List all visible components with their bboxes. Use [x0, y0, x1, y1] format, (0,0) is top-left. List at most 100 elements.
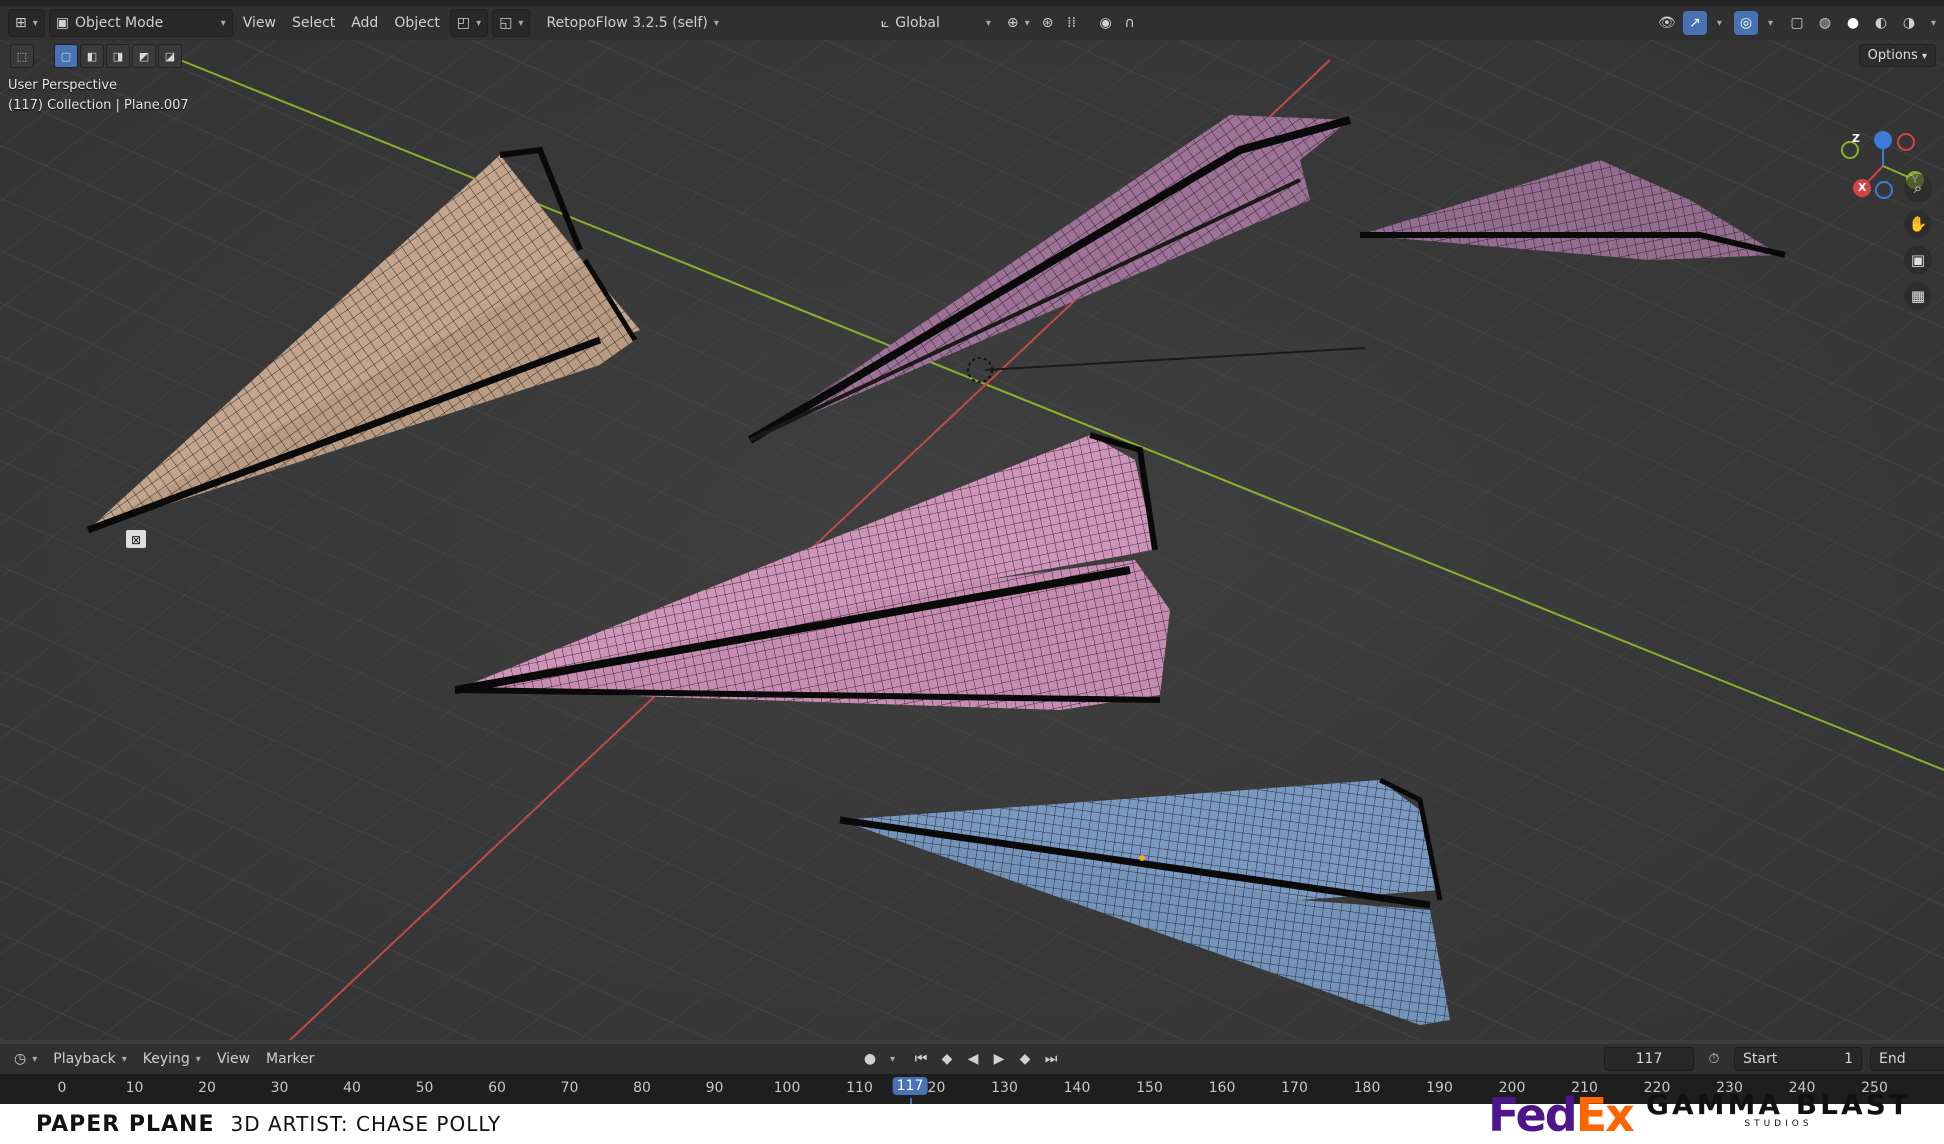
camera-icon[interactable]: ▣ — [1904, 246, 1932, 274]
start-frame-field[interactable]: Start 1 — [1734, 1047, 1862, 1071]
chevron-down-icon: ▾ — [1024, 17, 1030, 29]
visibility-icon[interactable]: 👁 — [1655, 11, 1679, 35]
ruler-tick: 140 — [1063, 1080, 1091, 1096]
auto-keying-icon[interactable]: ● — [858, 1047, 882, 1071]
orientation-dropdown[interactable]: ⟀ Global ▾ — [875, 10, 997, 36]
menu-marker[interactable]: Marker — [260, 1046, 320, 1072]
chevron-down-icon[interactable]: ▾ — [1717, 18, 1722, 29]
ruler-tick: 100 — [773, 1080, 801, 1096]
ruler-tick: 150 — [1136, 1080, 1163, 1096]
timeline-header: ◷ ▾ Playback ▾ Keying ▾ View Marker ● ▾ ⏮ ◆… — [0, 1044, 1944, 1074]
wireframe-shading-icon[interactable]: ◍ — [1813, 11, 1837, 35]
select-subtract-icon[interactable]: ◨ — [106, 44, 130, 68]
end-frame-field[interactable]: End 250 — [1870, 1047, 1944, 1071]
chevron-down-icon: ▾ — [195, 1053, 201, 1065]
ruler-tick: 70 — [560, 1080, 579, 1096]
chevron-down-icon: ▾ — [32, 1053, 38, 1065]
tool-settings-row: ⬚ ▢ ◧ ◨ ◩ ◪ — [10, 44, 182, 68]
ruler-tick: 110 — [846, 1080, 873, 1096]
zoom-icon[interactable]: ⌕ — [1904, 174, 1932, 202]
ruler-tick: 160 — [1208, 1080, 1236, 1096]
ruler-tick: 10 — [125, 1080, 144, 1096]
end-label: End — [1879, 1051, 1906, 1067]
options-dropdown[interactable]: Options ▾ — [1858, 44, 1936, 67]
start-value: 1 — [1844, 1051, 1853, 1067]
artist-credit: 3D ARTIST: CHASE POLLY — [230, 1112, 502, 1136]
chevron-down-icon: ▾ — [985, 17, 991, 29]
retopoflow-menu[interactable]: RetopoFlow 3.2.5 (self) ▾ — [540, 10, 724, 36]
editor-type-button[interactable]: ⊞ ▾ — [8, 9, 45, 37]
gizmo-toggle-icon[interactable]: ↗ — [1682, 11, 1707, 35]
snap-target-icon: ◱ — [499, 15, 513, 31]
playback-label: Playback — [53, 1051, 116, 1067]
keying-label: Keying — [142, 1051, 190, 1067]
ortho-grid-icon[interactable]: ▦ — [1904, 282, 1932, 310]
material-shading-icon[interactable]: ◐ — [1869, 11, 1893, 35]
snap-grid-icon[interactable]: ⁞⁞ — [1060, 11, 1084, 35]
jump-to-start-icon[interactable]: ⏮ — [909, 1047, 933, 1071]
stopwatch-icon[interactable]: ⏱ — [1702, 1047, 1726, 1071]
chevron-down-icon[interactable]: ▾ — [890, 1054, 895, 1065]
rendered-shading-icon[interactable]: ◑ — [1897, 11, 1921, 35]
select-tool-icon[interactable]: ⬚ — [10, 44, 34, 68]
menu-view[interactable]: View — [237, 10, 282, 36]
menu-add[interactable]: Add — [345, 10, 384, 36]
active-object-label: (117) Collection | Plane.007 — [8, 98, 189, 113]
transform-affect-dropdown[interactable]: ◰ ▾ — [449, 9, 489, 37]
solid-shading-icon[interactable]: ● — [1841, 11, 1865, 35]
play-icon[interactable]: ▶ — [987, 1047, 1011, 1071]
menu-object[interactable]: Object — [388, 10, 446, 36]
playhead-frame[interactable]: 117 — [892, 1077, 928, 1095]
current-frame-field[interactable]: 117 — [1604, 1047, 1694, 1071]
timeline-editor-type-button[interactable]: ◷ ▾ — [8, 1046, 43, 1072]
3d-viewport[interactable]: ⊠ User Perspective (117) Collection | Pl… — [0, 40, 1944, 1040]
falloff-curve-icon[interactable]: ∩ — [1118, 11, 1142, 35]
chevron-down-icon: ▾ — [32, 17, 38, 29]
jump-to-end-icon[interactable]: ⏭ — [1039, 1047, 1063, 1071]
snap-target-dropdown[interactable]: ◱ ▾ — [492, 9, 531, 37]
xray-toggle-icon[interactable]: ▢ — [1785, 11, 1809, 35]
menu-playback[interactable]: Playback ▾ — [47, 1046, 133, 1072]
pivot-point-dropdown[interactable]: ⊕ ▾ — [1001, 10, 1036, 36]
selection-mode-group: ▢ ◧ ◨ ◩ ◪ — [54, 44, 182, 68]
chevron-down-icon: ▾ — [1921, 51, 1927, 62]
menu-select[interactable]: Select — [286, 10, 341, 36]
chevron-down-icon[interactable]: ▾ — [1768, 18, 1773, 29]
overlays-toggle-icon[interactable]: ◎ — [1733, 11, 1758, 35]
start-label: Start — [1743, 1051, 1778, 1067]
fedex-logo: FedEx — [1488, 1088, 1635, 1142]
ruler-tick: 180 — [1353, 1080, 1381, 1096]
play-reverse-icon[interactable]: ◀ — [961, 1047, 985, 1071]
snap-toggle-icon[interactable]: ⊛ — [1036, 11, 1060, 35]
ruler-tick: 90 — [705, 1080, 724, 1096]
ruler-tick: 40 — [343, 1080, 361, 1096]
retopoflow-label: RetopoFlow 3.2.5 (self) — [546, 15, 708, 31]
mode-dropdown[interactable]: ▣ Object Mode ▾ — [48, 9, 233, 37]
view-perspective-label: User Perspective — [8, 78, 118, 93]
select-invert-icon[interactable]: ◩ — [132, 44, 156, 68]
gamma-blast-logo: GAMMA BLAST STUDIOS — [1646, 1088, 1911, 1129]
ruler-tick: 170 — [1281, 1080, 1308, 1096]
chevron-down-icon: ▾ — [518, 17, 524, 29]
ruler-tick: 0 — [57, 1080, 67, 1096]
menu-keying[interactable]: Keying ▾ — [137, 1046, 207, 1072]
gizmo-z-label: Z — [1852, 132, 1860, 145]
select-new-icon[interactable]: ▢ — [54, 44, 78, 68]
ruler-tick: 60 — [488, 1080, 506, 1096]
editor-type-icon: ⊞ — [15, 15, 27, 31]
select-intersect-icon[interactable]: ◪ — [158, 44, 182, 68]
menu-timeline-view[interactable]: View — [211, 1046, 256, 1072]
ruler-tick: 50 — [415, 1080, 434, 1096]
select-extend-icon[interactable]: ◧ — [80, 44, 104, 68]
proportional-edit-icon[interactable]: ◉ — [1094, 11, 1118, 35]
chevron-down-icon: ▾ — [121, 1053, 127, 1065]
pan-hand-icon[interactable]: ✋ — [1904, 210, 1932, 238]
chevron-down-icon: ▾ — [713, 17, 719, 29]
clock-icon: ◷ — [14, 1051, 27, 1067]
chevron-down-icon[interactable]: ▾ — [1931, 18, 1936, 29]
chevron-down-icon: ▾ — [220, 17, 226, 29]
ruler-tick: 130 — [991, 1080, 1018, 1096]
options-label: Options — [1867, 48, 1918, 63]
next-keyframe-icon[interactable]: ◆ — [1013, 1047, 1037, 1071]
prev-keyframe-icon[interactable]: ◆ — [935, 1047, 959, 1071]
